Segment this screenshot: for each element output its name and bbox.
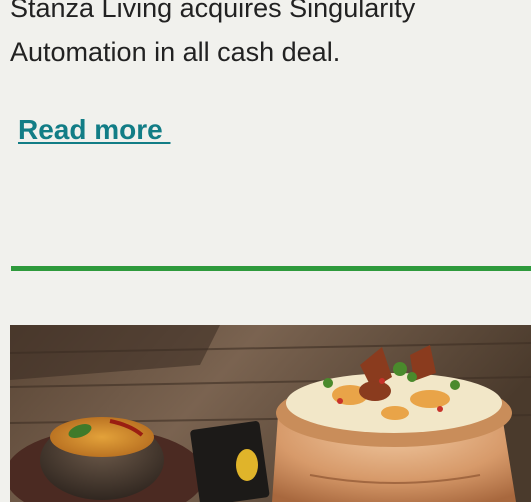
article-thumbnail-image[interactable] bbox=[10, 325, 531, 502]
news-feed-page: Stanza Living acquires Singularity Autom… bbox=[0, 0, 531, 502]
section-divider bbox=[11, 266, 531, 271]
brand-box bbox=[190, 421, 270, 502]
article-excerpt: Stanza Living acquires Singularity Autom… bbox=[10, 0, 531, 74]
biryani-rice bbox=[286, 373, 502, 433]
article-excerpt-line-1: Stanza Living acquires Singularity bbox=[10, 0, 416, 23]
read-more-link[interactable]: Read more bbox=[18, 114, 171, 146]
article-excerpt-line-2: Automation in all cash deal. bbox=[10, 37, 341, 67]
